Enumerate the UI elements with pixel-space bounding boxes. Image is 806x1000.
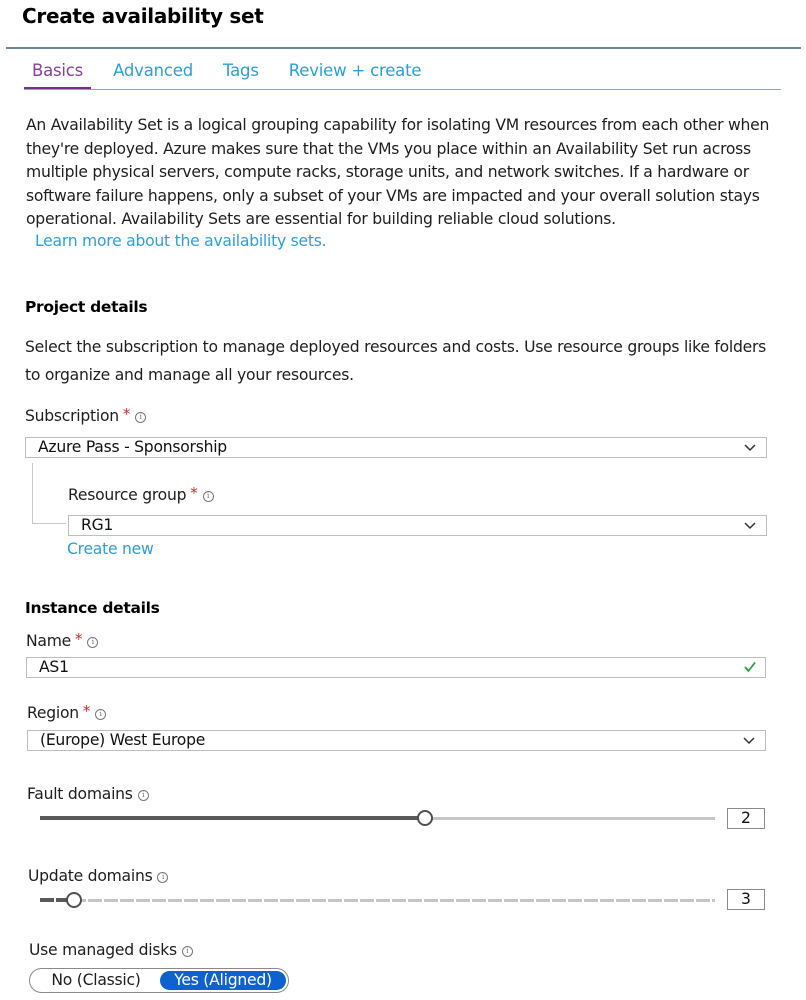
required-asterisk: * <box>75 630 83 648</box>
resource-group-value: RG1 <box>81 516 114 534</box>
info-icon[interactable]: i <box>202 491 214 502</box>
subscription-label-text: Subscription <box>25 407 119 425</box>
region-label: Region * i <box>27 702 107 722</box>
chevron-down-icon <box>744 522 756 530</box>
tab-review-create[interactable]: Review + create <box>281 58 430 90</box>
slider-fill <box>40 816 425 820</box>
resource-group-label-text: Resource group <box>68 486 187 504</box>
update-domains-label: Update domains i <box>28 867 169 885</box>
header-divider <box>6 47 801 49</box>
subscription-label: Subscription * i <box>25 405 147 425</box>
region-value: (Europe) West Europe <box>40 731 206 749</box>
info-icon[interactable]: i <box>137 790 149 801</box>
info-icon[interactable]: i <box>181 946 193 957</box>
managed-disks-label: Use managed disks i <box>29 941 193 959</box>
name-label: Name * i <box>26 630 99 650</box>
resource-group-label: Resource group * i <box>68 486 214 504</box>
managed-disks-label-text: Use managed disks <box>29 941 177 959</box>
update-domains-slider[interactable] <box>40 892 715 908</box>
project-details-heading: Project details <box>25 298 148 316</box>
checkmark-icon <box>744 661 756 673</box>
info-icon[interactable]: i <box>87 637 99 648</box>
info-icon[interactable]: i <box>157 872 169 883</box>
info-icon[interactable]: i <box>135 412 147 423</box>
update-domains-value-input[interactable]: 3 <box>727 889 765 910</box>
name-input[interactable]: AS1 <box>26 657 766 678</box>
resource-group-dropdown[interactable]: RG1 <box>68 515 767 536</box>
tab-tags[interactable]: Tags <box>215 58 267 90</box>
create-new-resource-group-link[interactable]: Create new <box>67 540 154 558</box>
slider-thumb[interactable] <box>417 810 433 826</box>
required-asterisk: * <box>122 405 131 423</box>
required-asterisk: * <box>190 484 198 502</box>
fault-domains-label: Fault domains i <box>27 785 149 803</box>
tree-connector-vertical <box>32 463 33 523</box>
tree-connector-horizontal <box>32 523 66 524</box>
info-icon[interactable]: i <box>95 709 107 720</box>
chevron-down-icon <box>743 737 755 745</box>
instance-details-heading: Instance details <box>25 599 160 617</box>
fault-domains-label-text: Fault domains <box>27 785 133 803</box>
project-details-description: Select the subscription to manage deploy… <box>25 338 767 384</box>
fault-domains-slider[interactable] <box>40 810 715 826</box>
managed-disks-option-no[interactable]: No (Classic) <box>32 971 160 990</box>
region-label-text: Region <box>27 704 79 722</box>
update-domains-label-text: Update domains <box>28 867 153 885</box>
required-asterisk: * <box>82 702 91 720</box>
tab-bar: Basics Advanced Tags Review + create <box>24 58 443 90</box>
tab-basics[interactable]: Basics <box>24 58 92 90</box>
tab-advanced[interactable]: Advanced <box>105 58 201 90</box>
region-dropdown[interactable]: (Europe) West Europe <box>27 730 766 751</box>
page-title: Create availability set <box>22 4 264 28</box>
name-label-text: Name <box>26 632 72 650</box>
intro-description: An Availability Set is a logical groupin… <box>26 116 770 228</box>
managed-disks-option-yes[interactable]: Yes (Aligned) <box>160 971 286 990</box>
subscription-value: Azure Pass - Sponsorship <box>38 438 227 456</box>
learn-more-link[interactable]: Learn more about the availability sets. <box>35 232 327 250</box>
name-value: AS1 <box>39 658 69 676</box>
slider-thumb[interactable] <box>66 892 82 908</box>
slider-track <box>40 899 715 902</box>
fault-domains-value-input[interactable]: 2 <box>727 808 765 829</box>
tab-divider <box>24 89 781 90</box>
subscription-dropdown[interactable]: Azure Pass - Sponsorship <box>25 437 767 458</box>
managed-disks-toggle[interactable]: No (Classic) Yes (Aligned) <box>29 968 289 993</box>
chevron-down-icon <box>744 444 756 452</box>
